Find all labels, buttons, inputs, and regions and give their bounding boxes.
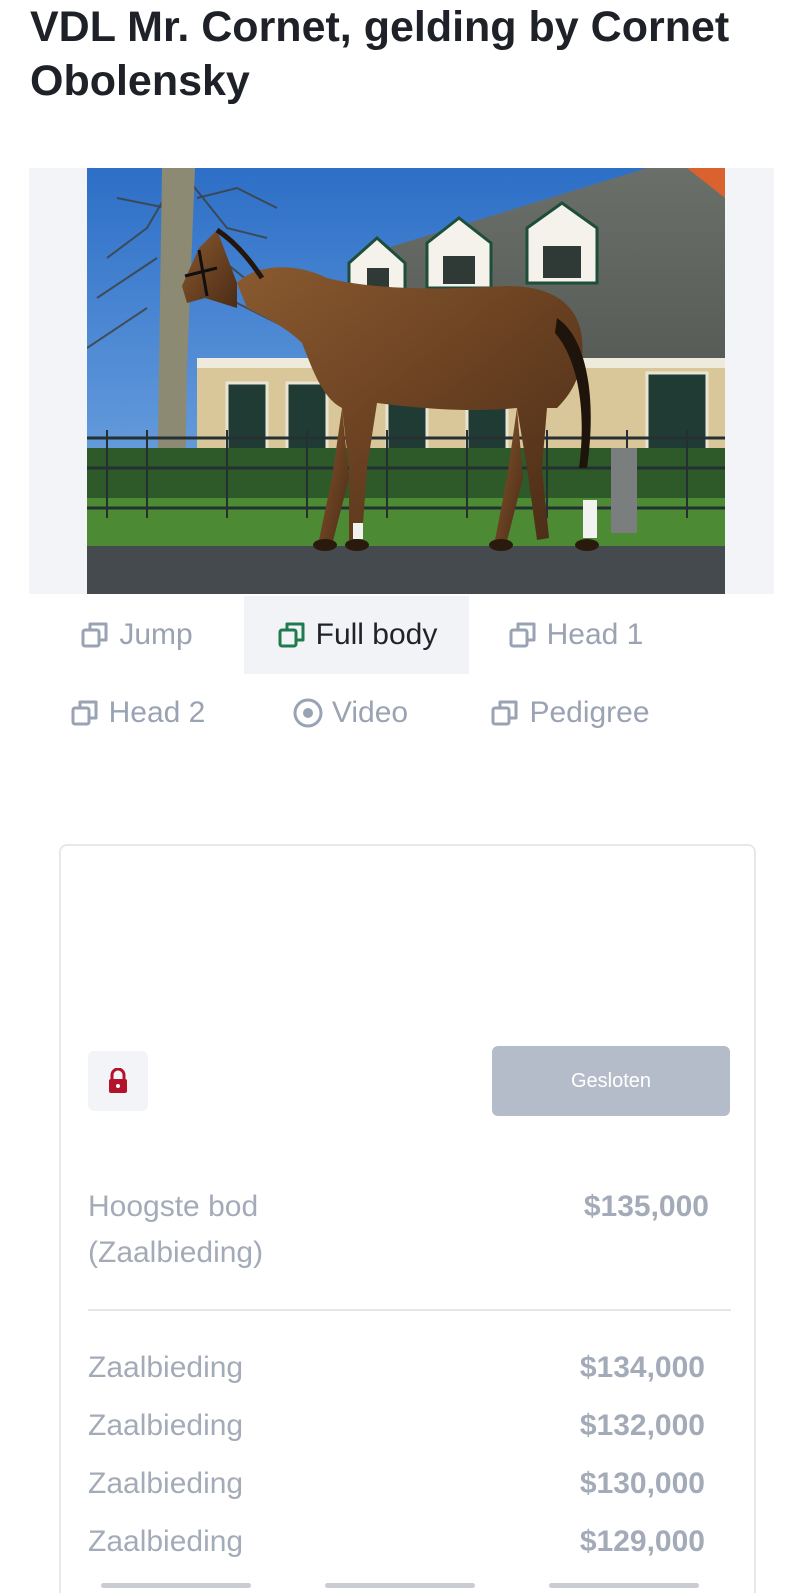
tab-head-1[interactable]: Head 1 xyxy=(490,596,660,674)
lock-status xyxy=(88,1051,148,1111)
gallery-tabs: Jump Full body Head 1 Head 2 Video Pedig… xyxy=(0,596,800,756)
tab-label: Video xyxy=(331,696,409,729)
bid-amount: $130,000 xyxy=(579,1467,705,1500)
bid-amount: $134,000 xyxy=(579,1351,705,1384)
tab-head-2[interactable]: Head 2 xyxy=(52,674,222,752)
tab-label: Head 1 xyxy=(546,618,644,651)
divider xyxy=(88,1309,731,1311)
bid-label: Zaalbieding xyxy=(88,1351,244,1384)
copy-icon xyxy=(509,622,536,648)
bid-history: Zaalbieding $134,000 Zaalbieding $132,00… xyxy=(88,1339,705,1571)
auction-card: Gesloten Hoogste bod (Zaalbieding) $135,… xyxy=(59,844,756,1593)
nav-indicator xyxy=(325,1583,475,1588)
closed-button[interactable]: Gesloten xyxy=(492,1046,730,1116)
list-item: Zaalbieding $129,000 xyxy=(88,1513,705,1571)
tab-label: Jump xyxy=(119,618,193,651)
list-item: Zaalbieding $132,000 xyxy=(88,1397,705,1455)
play-circle-icon xyxy=(293,698,323,728)
tab-jump[interactable]: Jump xyxy=(61,596,211,674)
list-item: Zaalbieding $134,000 xyxy=(88,1339,705,1397)
horse-photo[interactable] xyxy=(87,168,725,594)
page-title: VDL Mr. Cornet, gelding by Cornet Obolen… xyxy=(30,3,730,105)
highest-bid-amount: $135,000 xyxy=(583,1190,709,1223)
bid-label: Zaalbieding xyxy=(88,1525,244,1558)
photo-gallery[interactable] xyxy=(29,168,774,594)
nav-indicator xyxy=(101,1583,251,1588)
copy-icon xyxy=(81,622,108,648)
tab-label: Pedigree xyxy=(529,696,650,729)
bid-amount: $129,000 xyxy=(579,1525,705,1558)
tab-pedigree[interactable]: Pedigree xyxy=(472,674,667,752)
copy-icon xyxy=(71,700,98,726)
bid-label: Zaalbieding xyxy=(88,1409,244,1442)
copy-icon xyxy=(491,700,518,726)
bid-amount: $132,000 xyxy=(579,1409,705,1442)
tab-label: Head 2 xyxy=(108,696,206,729)
tab-video[interactable]: Video xyxy=(275,674,425,752)
highest-bid-label: Hoogste bod (Zaalbieding) xyxy=(88,1190,264,1269)
copy-icon xyxy=(278,622,305,648)
list-item: Zaalbieding $130,000 xyxy=(88,1455,705,1513)
tab-full-body[interactable]: Full body xyxy=(244,596,469,674)
tab-label: Full body xyxy=(315,618,438,651)
bid-label: Zaalbieding xyxy=(88,1467,244,1500)
lock-icon xyxy=(109,1068,127,1093)
nav-indicator xyxy=(549,1583,699,1588)
